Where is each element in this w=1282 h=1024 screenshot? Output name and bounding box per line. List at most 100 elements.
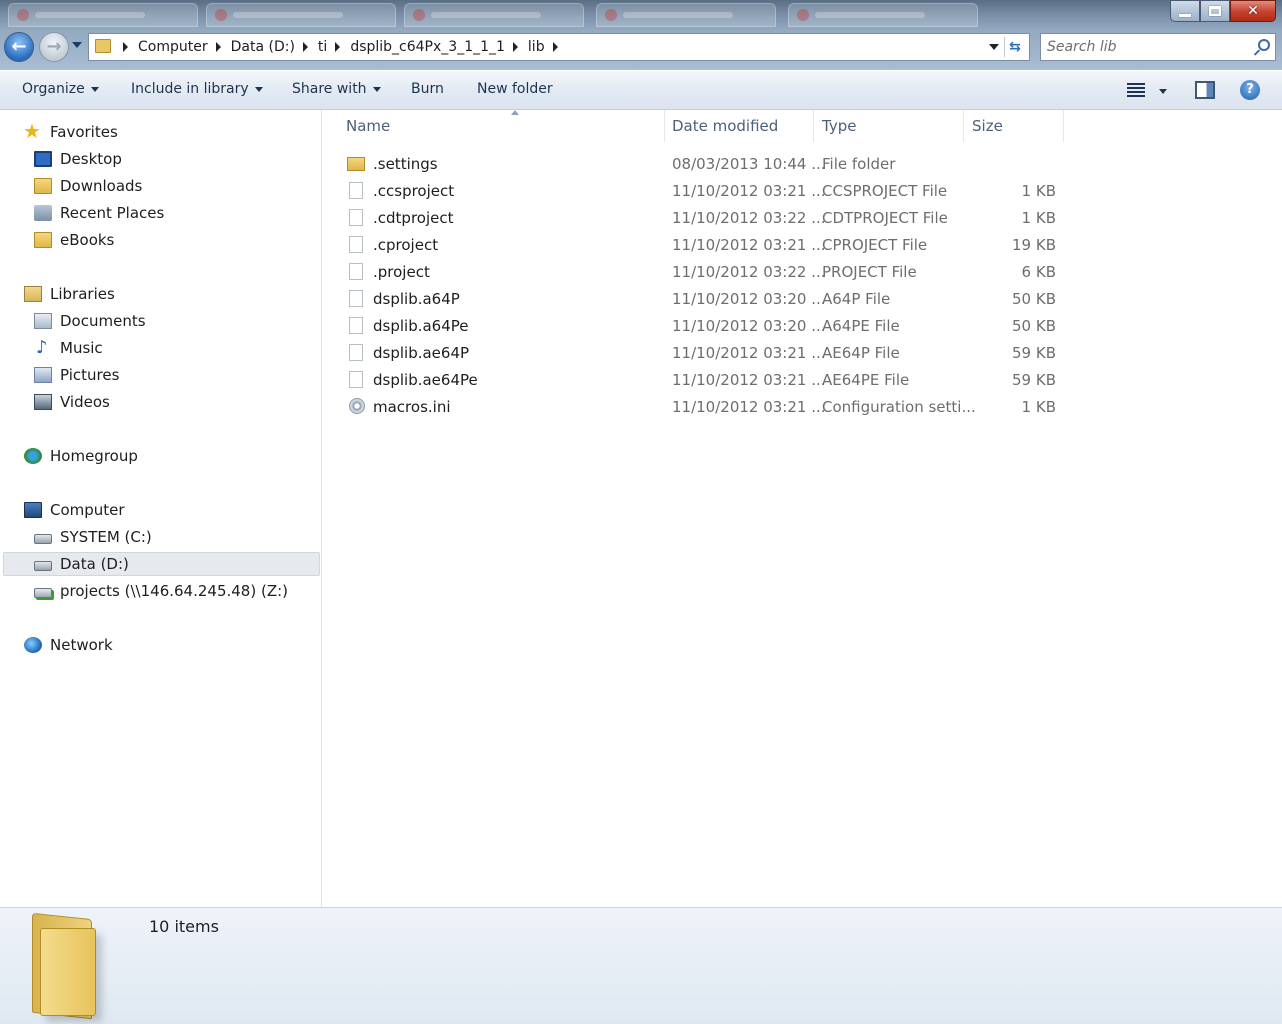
breadcrumb-ti[interactable]: ti: [318, 39, 327, 55]
preview-pane-icon[interactable]: [1195, 81, 1215, 99]
file-row[interactable]: macros.ini 11/10/2012 03:21 ... Configur…: [343, 394, 1063, 421]
chevron-right-icon[interactable]: [215, 42, 221, 52]
file-type: A64PE File: [822, 317, 900, 335]
search-icon[interactable]: [1258, 39, 1270, 51]
nav-libraries-label: Libraries: [50, 285, 115, 303]
address-history-dropdown[interactable]: [989, 44, 999, 50]
nav-videos-label: Videos: [60, 393, 110, 411]
background-tab: [788, 3, 978, 27]
command-bar: Organize Include in library Share with B…: [0, 70, 1282, 110]
search-input[interactable]: [1047, 34, 1247, 60]
nav-pictures[interactable]: Pictures: [34, 363, 119, 387]
search-box[interactable]: [1040, 33, 1276, 61]
file-icon: [349, 317, 363, 334]
close-button[interactable]: ✕: [1230, 0, 1276, 22]
maximize-button[interactable]: [1200, 0, 1230, 22]
file-row[interactable]: .project 11/10/2012 03:22 ... PROJECT Fi…: [343, 259, 1063, 286]
nav-projects-drive[interactable]: projects (\\146.64.245.48) (Z:): [34, 579, 288, 603]
share-with-label: Share with: [292, 81, 367, 97]
share-with-button[interactable]: Share with: [292, 81, 381, 97]
back-button[interactable]: ←: [4, 32, 34, 62]
sort-ascending-icon: [511, 110, 519, 115]
column-header-size[interactable]: Size: [964, 110, 1064, 142]
file-size: 59 KB: [1012, 344, 1056, 362]
file-type: AE64P File: [822, 344, 900, 362]
nav-music-label: Music: [60, 339, 103, 357]
breadcrumb-computer[interactable]: Computer: [138, 39, 208, 55]
nav-videos[interactable]: Videos: [34, 390, 110, 414]
background-tab: [404, 3, 584, 27]
chevron-right-icon[interactable]: [552, 42, 558, 52]
file-size: 6 KB: [1021, 263, 1056, 281]
file-row[interactable]: .cproject 11/10/2012 03:21 ... CPROJECT …: [343, 232, 1063, 259]
nav-network[interactable]: Network: [24, 633, 113, 657]
recent-pages-dropdown[interactable]: [72, 42, 82, 48]
chevron-down-icon: [372, 86, 381, 92]
organize-button[interactable]: Organize: [22, 81, 99, 97]
column-header-type[interactable]: Type: [814, 110, 964, 142]
file-date: 11/10/2012 03:20 ...: [672, 290, 826, 308]
refresh-icon[interactable]: ⇆: [1005, 37, 1025, 57]
navigation-pane: Favorites Desktop Downloads Recent Place…: [0, 110, 322, 907]
forward-button[interactable]: →: [39, 32, 69, 62]
file-type: Configuration setti...: [822, 398, 976, 416]
folder-icon: [347, 157, 365, 171]
column-header-date[interactable]: Date modified: [664, 110, 814, 142]
chevron-right-icon[interactable]: [512, 42, 518, 52]
config-file-icon: [349, 398, 365, 414]
file-row[interactable]: dsplib.ae64P 11/10/2012 03:21 ... AE64P …: [343, 340, 1063, 367]
file-type: A64P File: [822, 290, 891, 308]
nav-system-drive[interactable]: SYSTEM (C:): [34, 525, 152, 549]
burn-button[interactable]: Burn: [411, 81, 444, 97]
nav-music[interactable]: Music: [34, 336, 103, 360]
nav-pictures-label: Pictures: [60, 366, 120, 384]
nav-ebooks[interactable]: eBooks: [34, 228, 114, 252]
nav-computer[interactable]: Computer: [24, 498, 125, 522]
item-count: 10 items: [149, 917, 219, 936]
nav-data-drive[interactable]: Data (D:): [3, 552, 320, 576]
file-row[interactable]: .settings 08/03/2013 10:44 ... File fold…: [343, 151, 1063, 178]
view-options-dropdown[interactable]: [1159, 89, 1167, 94]
nav-recent-places[interactable]: Recent Places: [34, 201, 164, 225]
recent-places-icon: [34, 205, 52, 221]
nav-libraries[interactable]: Libraries: [24, 282, 115, 306]
drive-icon: [34, 561, 52, 571]
file-size: 1 KB: [1021, 182, 1056, 200]
nav-downloads[interactable]: Downloads: [34, 174, 142, 198]
details-pane: 10 items: [0, 907, 1282, 1024]
nav-documents[interactable]: Documents: [34, 309, 146, 333]
chevron-down-icon: [90, 86, 99, 92]
file-date: 08/03/2013 10:44 ...: [672, 155, 826, 173]
help-icon[interactable]: ?: [1240, 80, 1260, 100]
minimize-button[interactable]: [1170, 0, 1200, 22]
folder-icon: [34, 232, 52, 248]
nav-homegroup[interactable]: Homegroup: [24, 444, 138, 468]
file-row[interactable]: dsplib.a64P 11/10/2012 03:20 ... A64P Fi…: [343, 286, 1063, 313]
breadcrumb-lib[interactable]: lib: [528, 39, 545, 55]
chevron-right-icon[interactable]: [302, 42, 308, 52]
file-icon: [349, 371, 363, 388]
file-type: CPROJECT File: [822, 236, 928, 254]
change-view-icon[interactable]: [1127, 83, 1145, 97]
file-size: 50 KB: [1012, 290, 1056, 308]
file-row[interactable]: .cdtproject 11/10/2012 03:22 ... CDTPROJ…: [343, 205, 1063, 232]
file-date: 11/10/2012 03:21 ...: [672, 398, 826, 416]
include-in-library-button[interactable]: Include in library: [131, 81, 263, 97]
file-row[interactable]: dsplib.a64Pe 11/10/2012 03:20 ... A64PE …: [343, 313, 1063, 340]
breadcrumb-data-drive[interactable]: Data (D:): [231, 39, 295, 55]
nav-homegroup-label: Homegroup: [50, 447, 138, 465]
new-folder-button[interactable]: New folder: [477, 81, 553, 97]
address-bar[interactable]: Computer Data (D:) ti dsplib_c64Px_3_1_1…: [88, 33, 1030, 61]
file-row[interactable]: dsplib.ae64Pe 11/10/2012 03:21 ... AE64P…: [343, 367, 1063, 394]
chevron-right-icon[interactable]: [123, 42, 128, 52]
chevron-right-icon[interactable]: [335, 42, 341, 52]
nav-desktop[interactable]: Desktop: [34, 147, 122, 171]
file-size: 50 KB: [1012, 317, 1056, 335]
maximize-icon: [1209, 6, 1221, 16]
file-name: dsplib.ae64Pe: [373, 371, 478, 389]
file-name: .project: [373, 263, 430, 281]
breadcrumb-dsplib[interactable]: dsplib_c64Px_3_1_1_1: [350, 39, 505, 55]
nav-favorites[interactable]: Favorites: [23, 119, 118, 144]
file-row[interactable]: .ccsproject 11/10/2012 03:21 ... CCSPROJ…: [343, 178, 1063, 205]
column-header-name[interactable]: Name: [338, 110, 665, 142]
